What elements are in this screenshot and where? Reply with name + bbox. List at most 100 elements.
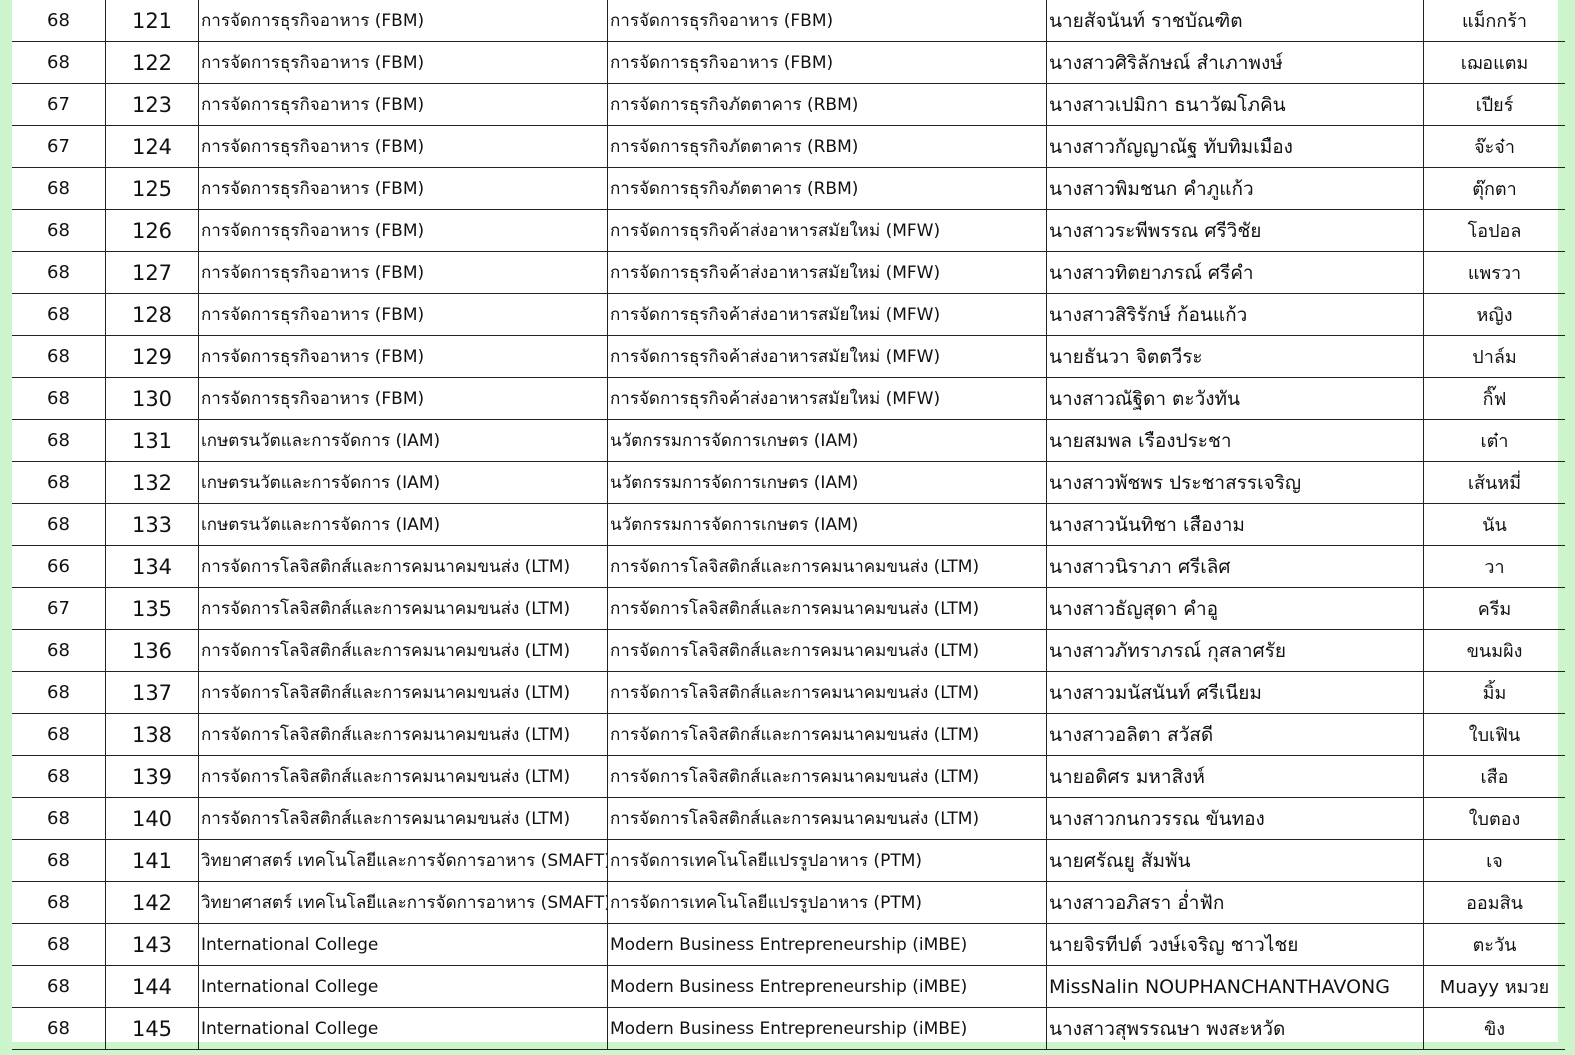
cell-faculty[interactable]: การจัดการธุรกิจอาหาร (FBM) [198,0,608,42]
cell-major[interactable]: การจัดการโลจิสติกส์และการคมนาคมขนส่ง (LT… [607,545,1047,588]
cell-year[interactable]: 68 [12,965,106,1008]
cell-name[interactable]: นายจิรทีปต์ วงษ์เจริญ ชาวไชย [1046,923,1424,966]
cell-faculty[interactable]: เกษตรนวัตและการจัดการ (IAM) [198,503,608,546]
cell-number[interactable]: 125 [105,167,199,210]
cell-major[interactable]: การจัดการธุรกิจค้าส่งอาหารสมัยใหม่ (MFW) [607,251,1047,294]
cell-number[interactable]: 127 [105,251,199,294]
cell-nickname[interactable]: ออมสิน [1423,881,1565,924]
cell-major[interactable]: นวัตกรรมการจัดการเกษตร (IAM) [607,461,1047,504]
cell-name[interactable]: นางสาวทิตยาภรณ์ ศรีคำ [1046,251,1424,294]
cell-year[interactable]: 68 [12,41,106,84]
cell-year[interactable]: 68 [12,713,106,756]
cell-faculty[interactable]: การจัดการโลจิสติกส์และการคมนาคมขนส่ง (LT… [198,797,608,840]
cell-faculty[interactable]: วิทยาศาสตร์ เทคโนโลยีและการจัดการอาหาร (… [198,839,608,882]
cell-number[interactable]: 138 [105,713,199,756]
cell-year[interactable]: 68 [12,335,106,378]
cell-major[interactable]: การจัดการธุรกิจค้าส่งอาหารสมัยใหม่ (MFW) [607,293,1047,336]
cell-number[interactable]: 126 [105,209,199,252]
cell-year[interactable]: 68 [12,251,106,294]
cell-year[interactable]: 66 [12,545,106,588]
cell-faculty[interactable]: การจัดการธุรกิจอาหาร (FBM) [198,125,608,168]
cell-year[interactable]: 68 [12,923,106,966]
cell-year[interactable]: 68 [12,0,106,42]
cell-faculty[interactable]: การจัดการโลจิสติกส์และการคมนาคมขนส่ง (LT… [198,545,608,588]
cell-name[interactable]: MissNalin NOUPHANCHANTHAVONG [1046,965,1424,1008]
cell-faculty[interactable]: การจัดการธุรกิจอาหาร (FBM) [198,167,608,210]
cell-number[interactable]: 140 [105,797,199,840]
cell-nickname[interactable]: เปียร์ [1423,83,1565,126]
cell-faculty[interactable]: การจัดการธุรกิจอาหาร (FBM) [198,209,608,252]
cell-faculty[interactable]: การจัดการธุรกิจอาหาร (FBM) [198,41,608,84]
cell-name[interactable]: นางสาวสิริรักษ์ ก้อนแก้ว [1046,293,1424,336]
cell-nickname[interactable]: กิ๊ฟ [1423,377,1565,420]
cell-name[interactable]: นางสาวเปมิกา ธนาวัฒโภคิน [1046,83,1424,126]
cell-year[interactable]: 68 [12,293,106,336]
cell-number[interactable]: 139 [105,755,199,798]
cell-faculty[interactable]: เกษตรนวัตและการจัดการ (IAM) [198,461,608,504]
cell-name[interactable]: นางสาวกัญญาณัฐ ทับทิมเมือง [1046,125,1424,168]
cell-nickname[interactable]: Muayy หมวย [1423,965,1565,1008]
cell-nickname[interactable]: เส้นหมี่ [1423,461,1565,504]
cell-nickname[interactable]: วา [1423,545,1565,588]
cell-name[interactable]: นางสาวพิมชนก คำภูแก้ว [1046,167,1424,210]
cell-major[interactable]: การจัดการเทคโนโลยีแปรรูปอาหาร (PTM) [607,839,1047,882]
cell-year[interactable]: 68 [12,209,106,252]
cell-number[interactable]: 121 [105,0,199,42]
cell-major[interactable]: การจัดการธุรกิจอาหาร (FBM) [607,41,1047,84]
cell-faculty[interactable]: การจัดการธุรกิจอาหาร (FBM) [198,293,608,336]
cell-name[interactable]: นางสาวระพีพรรณ ศรีวิชัย [1046,209,1424,252]
cell-number[interactable]: 144 [105,965,199,1008]
cell-nickname[interactable]: ใบตอง [1423,797,1565,840]
cell-year[interactable]: 68 [12,503,106,546]
cell-nickname[interactable]: ปาล์ม [1423,335,1565,378]
cell-year[interactable]: 68 [12,755,106,798]
cell-name[interactable]: นายสมพล เรืองประชา [1046,419,1424,462]
cell-major[interactable]: การจัดการโลจิสติกส์และการคมนาคมขนส่ง (LT… [607,713,1047,756]
cell-nickname[interactable]: ตุ๊กตา [1423,167,1565,210]
cell-year[interactable]: 68 [12,797,106,840]
cell-name[interactable]: นายอดิศร มหาสิงห์ [1046,755,1424,798]
cell-number[interactable]: 145 [105,1007,199,1050]
cell-nickname[interactable]: ตะวัน [1423,923,1565,966]
cell-faculty[interactable]: เกษตรนวัตและการจัดการ (IAM) [198,419,608,462]
cell-nickname[interactable]: แพรวา [1423,251,1565,294]
cell-major[interactable]: นวัตกรรมการจัดการเกษตร (IAM) [607,503,1047,546]
cell-major[interactable]: การจัดการโลจิสติกส์และการคมนาคมขนส่ง (LT… [607,671,1047,714]
cell-number[interactable]: 122 [105,41,199,84]
cell-major[interactable]: Modern Business Entrepreneurship (iMBE) [607,923,1047,966]
cell-major[interactable]: การจัดการธุรกิจภัตตาคาร (RBM) [607,83,1047,126]
cell-year[interactable]: 68 [12,671,106,714]
cell-faculty[interactable]: วิทยาศาสตร์ เทคโนโลยีและการจัดการอาหาร (… [198,881,608,924]
cell-number[interactable]: 123 [105,83,199,126]
cell-year[interactable]: 68 [12,167,106,210]
cell-faculty[interactable]: International College [198,965,608,1008]
cell-nickname[interactable]: เสือ [1423,755,1565,798]
cell-major[interactable]: การจัดการโลจิสติกส์และการคมนาคมขนส่ง (LT… [607,797,1047,840]
cell-nickname[interactable]: เฌอแตม [1423,41,1565,84]
cell-year[interactable]: 68 [12,419,106,462]
cell-nickname[interactable]: นัน [1423,503,1565,546]
cell-faculty[interactable]: การจัดการโลจิสติกส์และการคมนาคมขนส่ง (LT… [198,629,608,672]
cell-nickname[interactable]: ขนมผิง [1423,629,1565,672]
cell-year[interactable]: 67 [12,125,106,168]
cell-faculty[interactable]: การจัดการธุรกิจอาหาร (FBM) [198,83,608,126]
cell-name[interactable]: นางสาวภัทราภรณ์ กุสลาศรัย [1046,629,1424,672]
cell-faculty[interactable]: การจัดการโลจิสติกส์และการคมนาคมขนส่ง (LT… [198,713,608,756]
cell-name[interactable]: นางสาวณัฐิดา ตะวังทัน [1046,377,1424,420]
cell-number[interactable]: 131 [105,419,199,462]
cell-name[interactable]: นายสัจนันท์ ราชบัณฑิต [1046,0,1424,42]
cell-name[interactable]: นางสาวกนกวรรณ ขันทอง [1046,797,1424,840]
cell-name[interactable]: นางสาวนันทิชา เสืองาม [1046,503,1424,546]
cell-number[interactable]: 141 [105,839,199,882]
cell-number[interactable]: 130 [105,377,199,420]
cell-number[interactable]: 134 [105,545,199,588]
cell-number[interactable]: 136 [105,629,199,672]
cell-major[interactable]: นวัตกรรมการจัดการเกษตร (IAM) [607,419,1047,462]
cell-number[interactable]: 135 [105,587,199,630]
cell-major[interactable]: การจัดการโลจิสติกส์และการคมนาคมขนส่ง (LT… [607,587,1047,630]
cell-name[interactable]: นางสาวธัญสุดา คำอู [1046,587,1424,630]
cell-nickname[interactable]: หญิง [1423,293,1565,336]
cell-name[interactable]: นางสาวนิราภา ศรีเลิศ [1046,545,1424,588]
cell-name[interactable]: นางสาวพัชพร ประชาสรรเจริญ [1046,461,1424,504]
cell-major[interactable]: Modern Business Entrepreneurship (iMBE) [607,965,1047,1008]
